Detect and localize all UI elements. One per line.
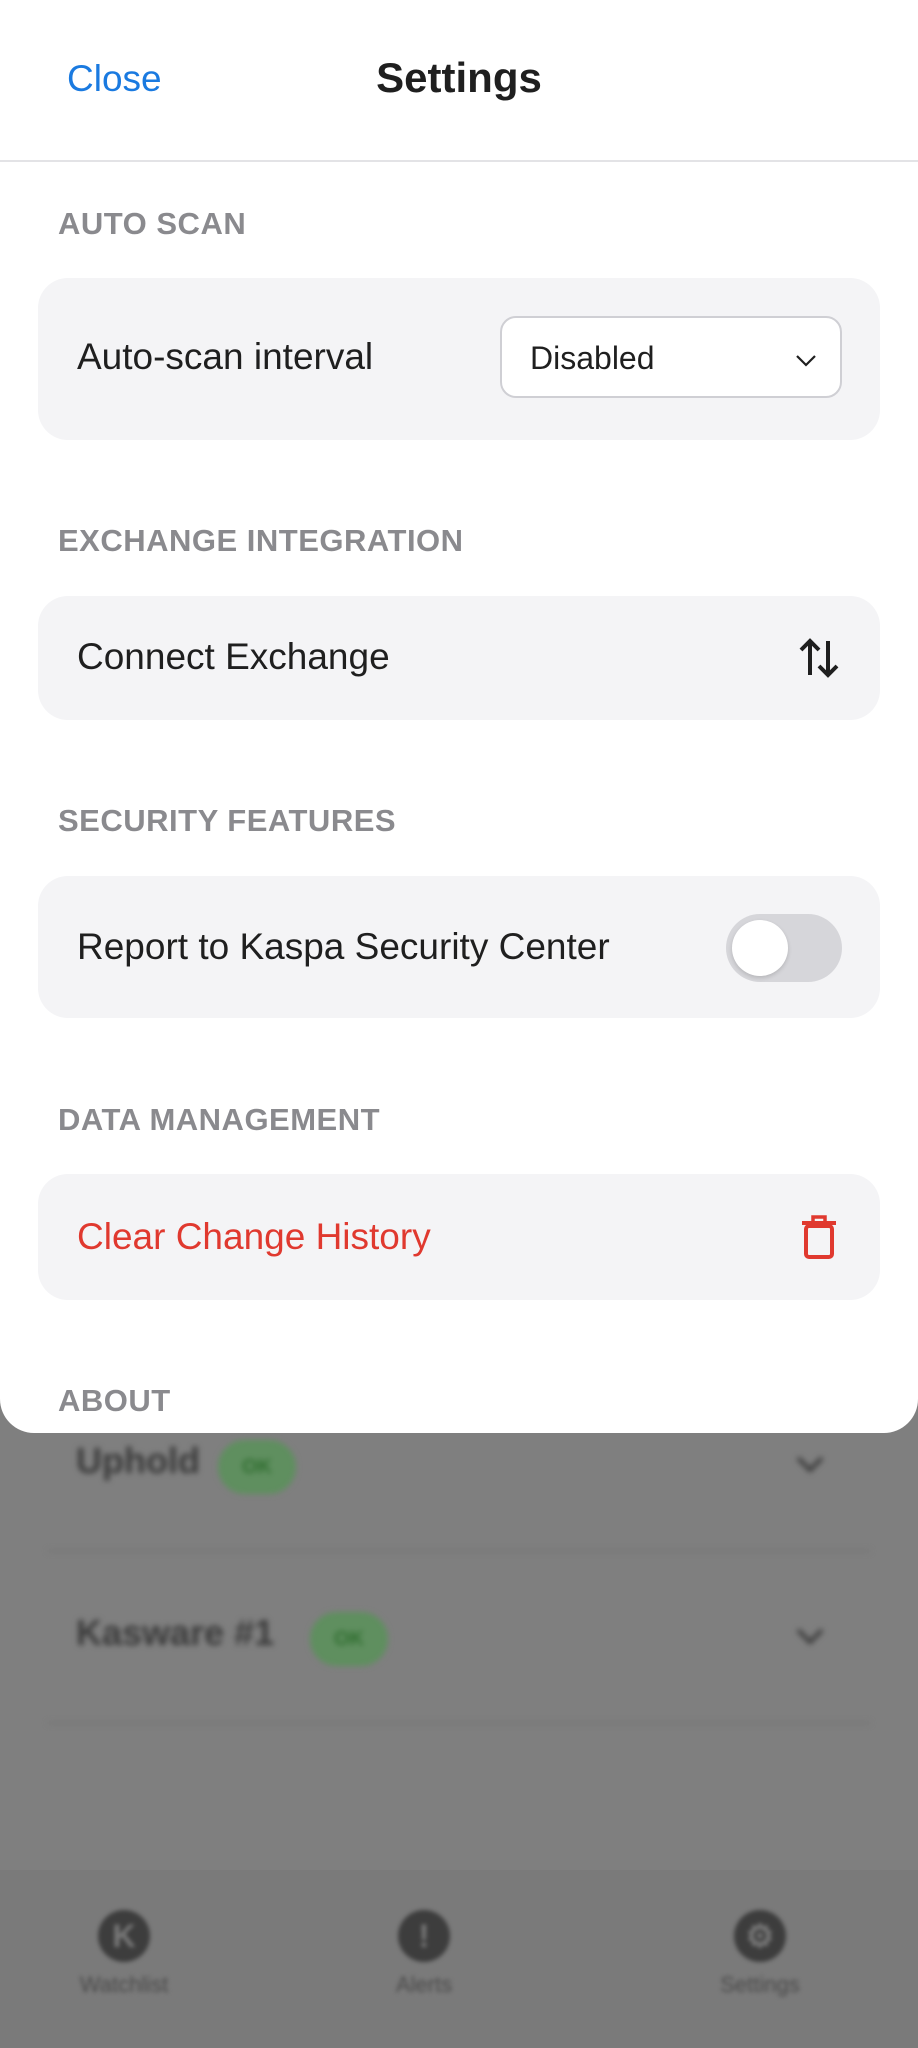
tab-watchlist: K Watchlist xyxy=(44,1910,204,1998)
wallet-name: Uphold xyxy=(76,1440,200,1481)
status-badge: OK xyxy=(218,1440,296,1494)
swap-arrows-icon xyxy=(799,638,839,678)
select-value: Disabled xyxy=(530,340,655,376)
tab-alerts: ! Alerts xyxy=(344,1910,504,1998)
chevron-down-icon xyxy=(796,1456,824,1473)
clear-history-row[interactable]: Clear Change History xyxy=(38,1174,880,1300)
section-label-exchange: EXCHANGE INTEGRATION xyxy=(58,523,464,558)
section-label-auto-scan: AUTO SCAN xyxy=(58,206,247,241)
sheet-header: Close Settings xyxy=(0,0,918,162)
tab-bar: K Watchlist ! Alerts ⚙ Settings xyxy=(0,1870,918,2048)
auto-scan-card: Auto-scan interval Disabled xyxy=(38,278,880,440)
section-label-security: SECURITY FEATURES xyxy=(58,803,397,838)
section-label-about: ABOUT xyxy=(58,1383,171,1418)
tab-settings: ⚙ Settings xyxy=(680,1910,840,1998)
gear-icon: ⚙ xyxy=(734,1910,786,1962)
toggle-knob xyxy=(732,920,788,976)
connect-exchange-label: Connect Exchange xyxy=(77,636,390,677)
report-security-label: Report to Kaspa Security Center xyxy=(77,926,610,967)
kaspa-logo-icon: K xyxy=(98,1910,150,1962)
status-badge: OK xyxy=(310,1612,388,1666)
trash-icon xyxy=(802,1215,836,1259)
settings-sheet: Close Settings AUTO SCAN Auto-scan inter… xyxy=(0,0,918,1433)
security-card: Report to Kaspa Security Center xyxy=(38,876,880,1018)
chevron-down-icon xyxy=(796,1628,824,1645)
section-label-data: DATA MANAGEMENT xyxy=(58,1102,381,1137)
wallet-name: Kasware #1 xyxy=(76,1612,275,1653)
report-security-toggle[interactable] xyxy=(726,914,842,982)
auto-scan-interval-select[interactable]: Disabled xyxy=(500,316,842,398)
page-title: Settings xyxy=(376,54,542,101)
alert-icon: ! xyxy=(398,1910,450,1962)
clear-history-label: Clear Change History xyxy=(77,1216,431,1257)
chevron-down-icon xyxy=(796,355,816,367)
auto-scan-interval-label: Auto-scan interval xyxy=(77,336,374,377)
wallet-row: Kasware #1 OK xyxy=(48,1552,870,1724)
connect-exchange-row[interactable]: Connect Exchange xyxy=(38,596,880,720)
